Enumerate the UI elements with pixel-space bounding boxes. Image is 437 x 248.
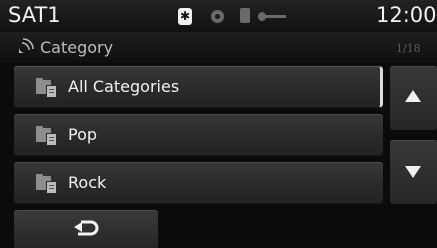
disc-icon xyxy=(211,10,224,23)
page-indicator: 1/18 xyxy=(396,42,421,55)
usb-icon xyxy=(258,12,286,21)
folder-icon xyxy=(36,78,57,98)
satellite-icon xyxy=(19,38,34,53)
clock: 12:00 xyxy=(376,3,437,27)
scroll-up-button[interactable] xyxy=(390,66,437,130)
category-label: Pop xyxy=(68,125,98,144)
status-bar: SAT1 ✱ 12:00 xyxy=(0,0,437,32)
sd-card-icon xyxy=(240,8,250,23)
category-item-rock[interactable]: Rock xyxy=(14,162,383,204)
bluetooth-icon: ✱ xyxy=(178,8,192,25)
arrow-down-icon xyxy=(405,166,421,178)
scroll-down-button[interactable] xyxy=(390,140,437,204)
category-label: Rock xyxy=(68,173,107,192)
category-item-all-categories[interactable]: All Categories xyxy=(14,66,383,108)
subheader: Category 1/18 xyxy=(0,32,437,62)
folder-icon xyxy=(36,126,57,146)
arrow-up-icon xyxy=(405,90,421,102)
scroll-controls xyxy=(390,66,437,204)
folder-icon xyxy=(36,174,57,194)
back-arrow-icon xyxy=(74,220,99,236)
back-button[interactable] xyxy=(14,210,158,248)
category-item-pop[interactable]: Pop xyxy=(14,114,383,156)
page-title: Category xyxy=(40,38,114,57)
category-label: All Categories xyxy=(68,77,180,96)
source-label: SAT1 xyxy=(8,3,61,27)
